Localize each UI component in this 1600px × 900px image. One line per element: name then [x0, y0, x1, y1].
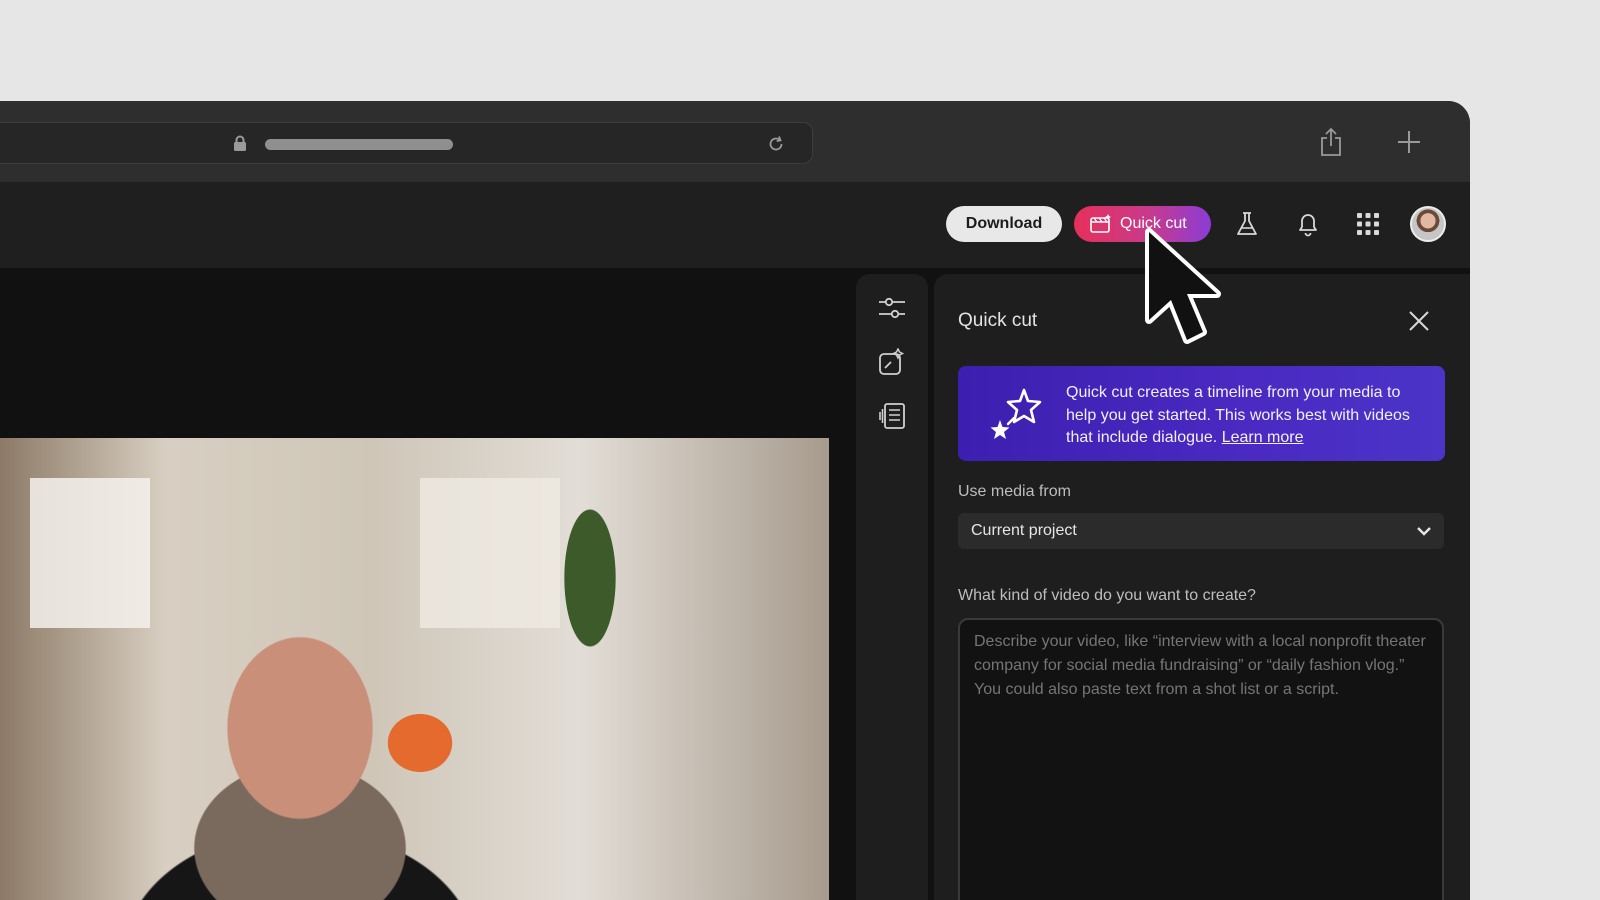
sliders-icon[interactable] — [874, 290, 910, 326]
grid-icon[interactable] — [1352, 208, 1384, 240]
quick-cut-panel: Quick cut Quick cut creates a timeline f… — [934, 274, 1470, 900]
info-banner: Quick cut creates a timeline from your m… — [958, 366, 1445, 461]
plus-icon[interactable] — [1396, 129, 1422, 155]
editor-area: Quick cut Quick cut creates a timeline f… — [0, 268, 1470, 900]
bell-icon[interactable] — [1292, 208, 1324, 240]
video-frame-window-light — [30, 478, 150, 628]
app-header: Download Quick cut — [0, 182, 1470, 268]
address-bar[interactable] — [0, 122, 813, 164]
avatar[interactable] — [1410, 206, 1446, 242]
share-icon[interactable] — [1318, 127, 1344, 157]
video-frame-window-light — [420, 478, 560, 628]
sparkle-edit-icon[interactable] — [874, 344, 910, 380]
tool-rail — [856, 274, 928, 900]
media-source-select[interactable]: Current project — [958, 513, 1444, 549]
panel-title: Quick cut — [958, 310, 1038, 331]
media-source-value: Current project — [971, 522, 1077, 539]
video-frame-plant — [560, 498, 620, 658]
download-button[interactable]: Download — [946, 206, 1062, 242]
reload-icon[interactable] — [766, 134, 786, 154]
banner-text: Quick cut creates a timeline from your m… — [1066, 382, 1431, 450]
prompt-label: What kind of video do you want to create… — [958, 587, 1256, 604]
browser-toolbar — [0, 101, 1470, 182]
sparkle-icon — [990, 388, 1042, 439]
transcript-icon[interactable] — [874, 398, 910, 434]
prompt-input[interactable] — [958, 618, 1444, 900]
flask-icon[interactable] — [1231, 208, 1263, 240]
lock-icon — [234, 135, 246, 151]
quick-cut-icon — [1090, 214, 1111, 233]
learn-more-link[interactable]: Learn more — [1222, 429, 1304, 446]
chevron-down-icon — [1417, 527, 1431, 536]
media-source-label: Use media from — [958, 483, 1071, 500]
video-preview[interactable] — [0, 438, 829, 900]
close-icon[interactable] — [1406, 308, 1432, 334]
url-placeholder — [265, 139, 453, 150]
mouse-cursor-icon — [1145, 228, 1221, 344]
browser-window: Download Quick cut Quick cut Quick cut c… — [0, 101, 1470, 900]
